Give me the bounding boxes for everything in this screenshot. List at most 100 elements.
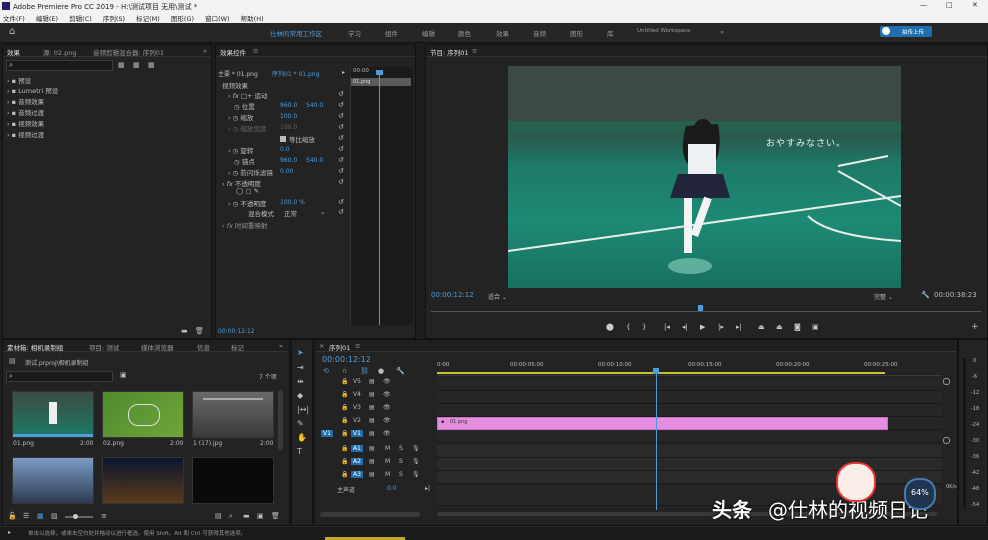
rotation-value[interactable]: 0.0	[280, 146, 290, 153]
reset-blend-icon[interactable]: ↺	[338, 208, 344, 216]
effects-item-presets[interactable]: › ▪ 预设	[7, 75, 31, 85]
reset-anchor-icon[interactable]: ↺	[338, 156, 344, 164]
reset-motion-icon[interactable]: ↺	[338, 90, 344, 98]
play-icon[interactable]: ▶	[700, 323, 705, 331]
anchor-y-value[interactable]: 540.0	[306, 157, 323, 164]
effects-search-field[interactable]: ⌕	[6, 60, 113, 71]
program-timecode[interactable]: 00:00:12:12	[431, 291, 474, 299]
workspace-tab-assembly[interactable]: 组件	[385, 28, 398, 38]
workspace-tab-edit[interactable]: 编辑	[422, 28, 435, 38]
effects-item-audio-transitions[interactable]: › ▪ 音频过渡	[7, 107, 44, 117]
menu-sequence[interactable]: 序列(S)	[103, 15, 125, 23]
master-clip-label[interactable]: 主要 * 01.png	[218, 69, 258, 78]
workspace-tab-color[interactable]: 颜色	[458, 28, 471, 38]
mic-icon[interactable]: 🎙	[412, 458, 420, 465]
close-sequence-icon[interactable]: ×	[319, 342, 324, 350]
project-search-field[interactable]: ⌕	[6, 371, 113, 382]
clip-thumb-04[interactable]	[12, 457, 94, 504]
reset-position-icon[interactable]: ↺	[338, 101, 344, 109]
play-only-icon[interactable]: ▸	[342, 69, 345, 77]
tab-info[interactable]: 信息	[197, 342, 210, 352]
fit-dropdown[interactable]: 适合 ⌄	[488, 292, 507, 301]
32bit-effects-icon[interactable]: ▦	[133, 61, 140, 69]
clip-thumb-01[interactable]	[12, 391, 94, 438]
close-button[interactable]: ✕	[972, 1, 978, 9]
lock-icon[interactable]: 🔒	[341, 417, 348, 424]
timeline-v-scroll-top[interactable]	[943, 378, 950, 385]
icon-view-icon[interactable]: ▦	[37, 512, 44, 520]
menu-help[interactable]: 帮助(H)	[241, 15, 264, 23]
timeline-settings-icon[interactable]: 🔧	[396, 367, 405, 375]
track-select-tool-icon[interactable]: ⇥	[297, 364, 304, 372]
maximize-button[interactable]: □	[946, 1, 953, 9]
extract-icon[interactable]: ⏏	[776, 323, 783, 331]
panel-menu-icon[interactable]: ≡	[253, 47, 258, 55]
eye-icon[interactable]: 👁	[383, 417, 391, 424]
hand-tool-icon[interactable]: ✋	[297, 434, 307, 442]
effects-item-lumetri[interactable]: › ▪ Lumetri 预设	[7, 85, 58, 95]
new-search-bin-icon[interactable]: ▣	[120, 371, 127, 379]
sync-lock-icon[interactable]: ▤	[369, 445, 375, 452]
add-marker-icon[interactable]: ⬤	[606, 323, 614, 331]
tab-program[interactable]: 节目: 序列01	[430, 47, 469, 57]
track-v3[interactable]	[437, 404, 942, 417]
upload-button[interactable]: 拍传上传	[880, 26, 932, 37]
slip-tool-icon[interactable]: |↔|	[297, 406, 309, 414]
menu-graphics[interactable]: 图形(G)	[171, 15, 194, 23]
mute-button[interactable]: M	[385, 458, 390, 465]
program-playhead[interactable]	[698, 305, 703, 311]
fx-motion[interactable]: › fx □+ 运动	[228, 90, 268, 100]
workspace-tab-libraries[interactable]: 库	[607, 28, 614, 38]
track-v5[interactable]	[437, 378, 942, 391]
panel-more-button[interactable]: »	[203, 47, 207, 55]
wrench-icon[interactable]: 🔧	[921, 291, 930, 299]
ec-clip-bar[interactable]: 01.png	[351, 78, 411, 86]
timeline-ruler[interactable]: 0:00 00:00:05:00 00:00:10:00 00:00:15:00…	[437, 355, 942, 376]
solo-button[interactable]: S	[399, 445, 403, 452]
minimize-button[interactable]: —	[920, 1, 927, 9]
mark-out-icon[interactable]: }	[642, 323, 646, 331]
clip-thumb-06[interactable]	[192, 457, 274, 504]
tab-audio-mixer[interactable]: 音频剪辑混合器: 序列01	[93, 47, 164, 57]
tab-bin[interactable]: 素材箱: 相机录制组	[7, 342, 63, 352]
selection-tool-icon[interactable]: ➤	[297, 349, 304, 357]
reset-uniform-icon[interactable]: ↺	[338, 134, 344, 142]
accelerated-effects-icon[interactable]: ▦	[118, 61, 125, 69]
uniform-scale-row[interactable]: 等比缩放	[280, 134, 315, 144]
mic-icon[interactable]: 🎙	[412, 471, 420, 478]
go-to-out-icon[interactable]: ▸|	[736, 323, 742, 331]
sync-lock-icon[interactable]: ▤	[369, 417, 375, 424]
mark-in-icon[interactable]: {	[626, 323, 630, 331]
ellipse-mask-icon[interactable]: ◯	[236, 187, 243, 195]
workspace-tab-untitled[interactable]: Untitled Workspace	[637, 28, 691, 34]
new-bin-icon[interactable]: ▬	[181, 327, 188, 335]
pen-mask-icon[interactable]: ✎	[254, 187, 259, 195]
reset-opacity-icon[interactable]: ↺	[338, 178, 344, 186]
clip-thumb-03[interactable]	[192, 391, 274, 438]
workspace-more-button[interactable]: »	[720, 28, 724, 36]
ripple-edit-tool-icon[interactable]: ⇹	[297, 378, 304, 386]
type-tool-icon[interactable]: T	[297, 448, 302, 456]
tab-sequence[interactable]: 序列01	[329, 342, 350, 352]
lock-icon[interactable]: 🔒	[341, 458, 348, 465]
step-forward-icon[interactable]: |▸	[718, 323, 724, 331]
source-patch-v1[interactable]: V1	[321, 430, 333, 437]
effects-item-video-transitions[interactable]: › ▪ 视频过渡	[7, 129, 44, 139]
tab-source[interactable]: 源: 02.png	[43, 47, 76, 57]
reset-antiflicker-icon[interactable]: ↺	[338, 167, 344, 175]
menu-edit[interactable]: 编辑(E)	[36, 15, 58, 23]
lock-icon[interactable]: 🔒	[341, 471, 348, 478]
mute-button[interactable]: M	[385, 445, 390, 452]
eye-icon[interactable]: 👁	[383, 404, 391, 411]
timeline-h-scrollbar[interactable]	[320, 512, 420, 517]
workspace-tab-learn[interactable]: 学习	[348, 28, 361, 38]
workspace-tab-audio[interactable]: 音频	[533, 28, 546, 38]
tab-effect-controls[interactable]: 效果控件	[220, 47, 246, 57]
mute-button[interactable]: M	[385, 471, 390, 478]
linked-selection-icon[interactable]: ⛓	[360, 367, 369, 375]
yuv-effects-icon[interactable]: ▦	[148, 61, 155, 69]
project-scrollbar[interactable]	[278, 390, 283, 450]
home-icon[interactable]: ⌂	[9, 27, 15, 37]
timeline-playhead[interactable]	[656, 372, 657, 510]
step-back-icon[interactable]: ◂|	[682, 323, 688, 331]
